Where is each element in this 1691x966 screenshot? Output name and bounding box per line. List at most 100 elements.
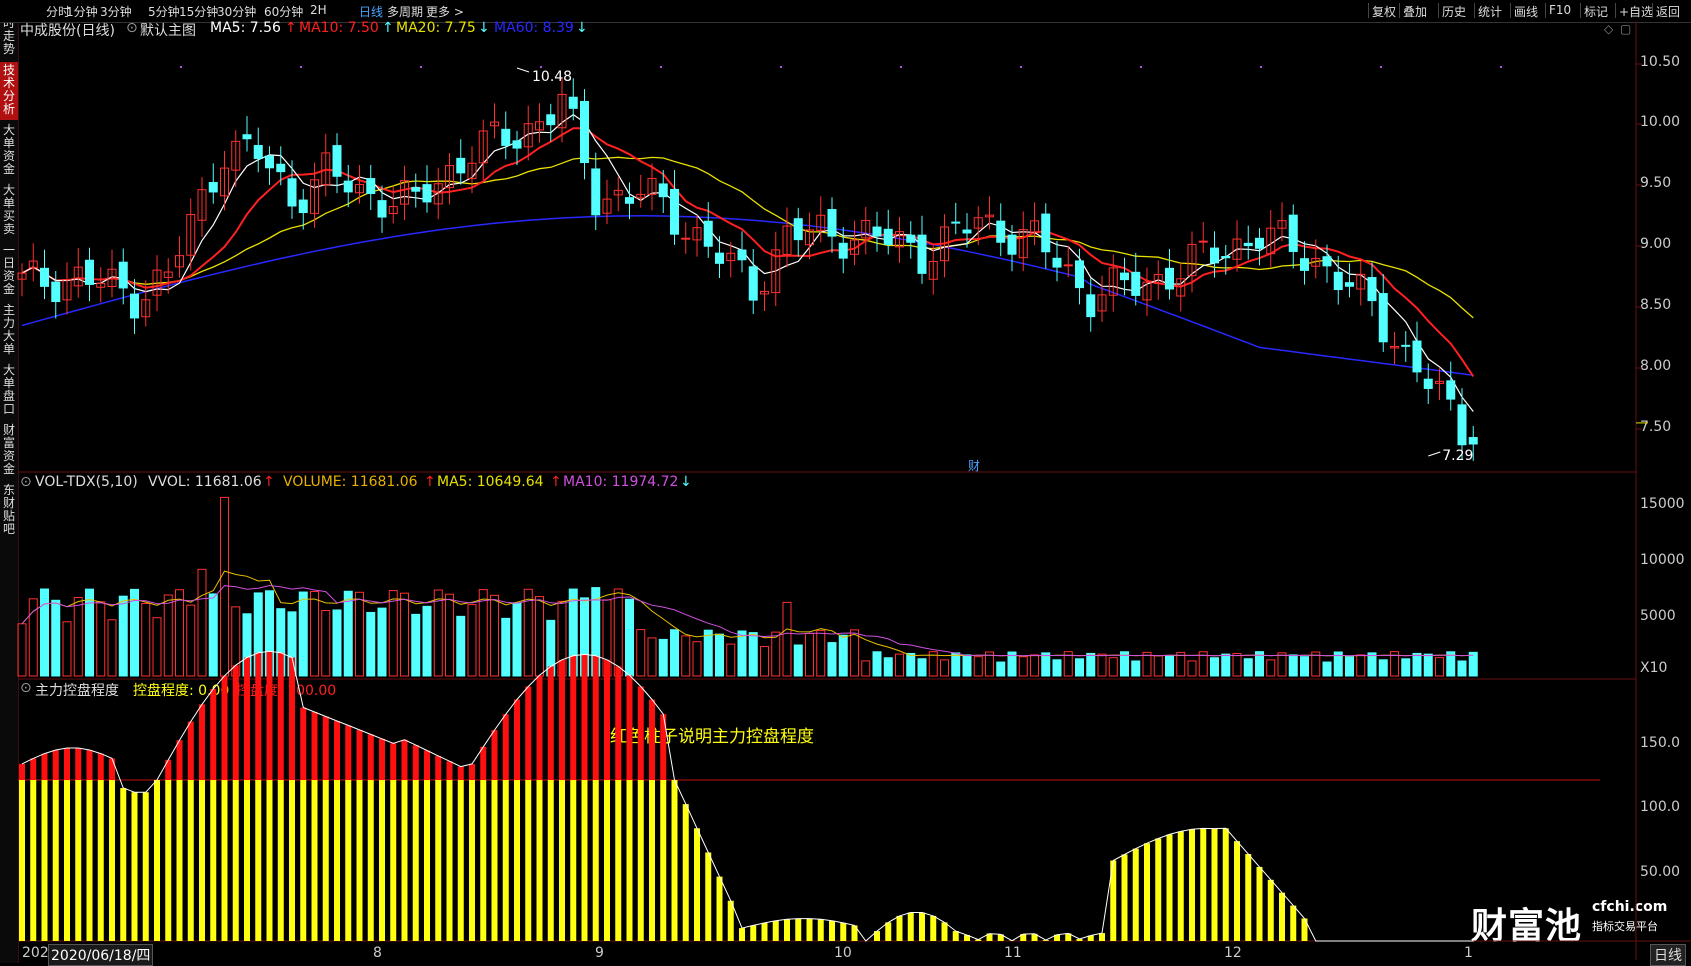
- volume-bar: [434, 590, 442, 676]
- ctrl-bar-red: [435, 756, 441, 780]
- volume-bar: [693, 642, 701, 676]
- ctrl-bar-yellow: [210, 780, 216, 941]
- ctrl-bar-red: [53, 750, 59, 780]
- candle-body: [367, 179, 375, 194]
- signal-dot: [300, 66, 302, 68]
- ctrl-bar-red: [87, 750, 93, 780]
- ctrl-bar-red: [469, 764, 475, 780]
- ctrl-bar-yellow: [1223, 828, 1229, 941]
- ctrl-bar-yellow: [1200, 828, 1206, 941]
- candle-body: [952, 222, 960, 223]
- volume-bar: [727, 644, 735, 676]
- ctrl-bar-red: [480, 747, 486, 780]
- ctrl-bar-yellow: [165, 780, 171, 941]
- volume-bar: [198, 569, 206, 676]
- volume-bar: [704, 630, 712, 676]
- ctrl-bar-red: [210, 689, 216, 780]
- ctrl-bar-yellow: [604, 780, 610, 941]
- volume-bar: [322, 611, 330, 676]
- volume-bar: [1188, 661, 1196, 676]
- volume-bar: [1076, 659, 1084, 676]
- ctrl-bar-yellow: [345, 780, 351, 941]
- candle-body: [907, 235, 915, 242]
- candle-body: [344, 181, 352, 192]
- ctrl-bar-red: [638, 686, 644, 780]
- candle-body: [86, 260, 94, 284]
- volume-bar: [772, 632, 780, 676]
- min-price-label: 7.29: [1442, 448, 1473, 464]
- volume-bar: [918, 659, 926, 676]
- ctrl-bar-yellow: [98, 780, 104, 941]
- ctrl-bar-yellow: [627, 780, 633, 941]
- ctrl-bar-red: [199, 704, 205, 780]
- candle-body: [1323, 257, 1331, 266]
- candle-body: [547, 115, 555, 125]
- ctrl-bar-yellow: [379, 780, 385, 941]
- signal-dot: [1140, 66, 1142, 68]
- ctrl-bar-yellow: [1257, 867, 1263, 941]
- volume-bar: [457, 616, 465, 676]
- ctrl-bar-yellow: [469, 780, 475, 941]
- ctrl-bar-red: [255, 653, 261, 780]
- ctrl-bar-yellow: [154, 780, 160, 941]
- candle-body: [1064, 265, 1072, 266]
- candle-body: [299, 200, 307, 212]
- candle-body: [513, 141, 521, 148]
- ctrl-bar-yellow: [818, 919, 824, 941]
- ctrl-bar-yellow: [435, 780, 441, 941]
- ctrl-bar-yellow: [289, 780, 295, 941]
- ctrl-bar-red: [447, 761, 453, 780]
- volume-bar: [1458, 661, 1466, 676]
- ma20-line: [22, 157, 1473, 318]
- volume-bar: [682, 636, 690, 676]
- volume-bar: [738, 631, 746, 676]
- volume-bar: [851, 630, 859, 676]
- signal-dot: [900, 66, 902, 68]
- volume-bar: [524, 589, 532, 676]
- ctrl-bar-yellow: [143, 792, 149, 941]
- candle-body: [333, 146, 341, 177]
- volume-bar: [659, 639, 667, 676]
- candle-body: [288, 179, 296, 206]
- candle-body: [423, 185, 431, 202]
- volume-bar: [1368, 653, 1376, 676]
- volume-bar: [1019, 657, 1027, 676]
- candle-body: [682, 238, 690, 239]
- volume-bar: [502, 618, 510, 676]
- signal-dot: [1500, 66, 1502, 68]
- ctrl-bar-red: [109, 758, 115, 780]
- ctrl-bar-yellow: [300, 780, 306, 941]
- ctrl-bar-yellow: [19, 780, 25, 941]
- volume-bar: [209, 594, 217, 676]
- candle-body: [1379, 294, 1387, 342]
- ctrl-bar-red: [30, 758, 36, 780]
- candle-body: [266, 156, 274, 168]
- volume-bar: [468, 605, 476, 676]
- ctrl-bar-red: [615, 666, 621, 780]
- volume-bar: [479, 590, 487, 676]
- volume-bar: [873, 652, 881, 676]
- cai-marker: 财: [968, 459, 980, 473]
- ctrl-bar-red: [244, 658, 250, 780]
- ctrl-bar-yellow: [1099, 933, 1105, 941]
- volume-bar: [446, 594, 454, 676]
- ctrl-bar-red: [289, 658, 295, 780]
- volume-bar: [378, 608, 386, 676]
- ctrl-bar-red: [604, 660, 610, 780]
- volume-bar: [1436, 658, 1444, 676]
- volume-bar: [749, 633, 757, 676]
- volume-bar: [52, 600, 60, 676]
- chart-canvas[interactable]: 10.487.29财: [0, 0, 1691, 963]
- ctrl-bar-yellow: [87, 780, 93, 941]
- volume-bar: [671, 630, 679, 676]
- ctrl-bar-yellow: [402, 780, 408, 941]
- volume-bar: [176, 590, 184, 676]
- ctrl-bar-yellow: [694, 828, 700, 941]
- ctrl-bar-yellow: [53, 780, 59, 941]
- candle-body: [569, 97, 577, 108]
- ctrl-bar-yellow: [885, 922, 891, 941]
- ctrl-bar-yellow: [244, 780, 250, 941]
- ctrl-bar-yellow: [672, 780, 678, 941]
- volume-bar: [221, 497, 229, 676]
- volume-bar: [1267, 660, 1275, 676]
